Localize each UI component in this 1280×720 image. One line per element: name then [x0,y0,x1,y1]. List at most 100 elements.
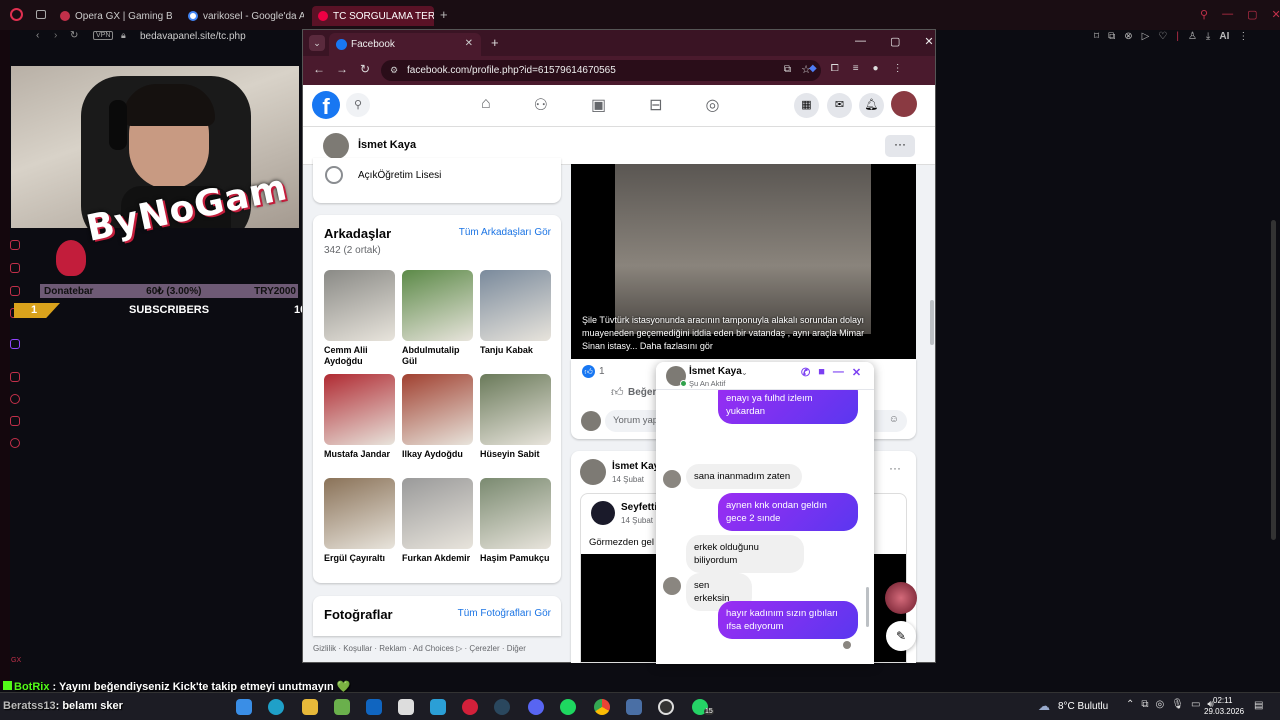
sidebar-store-icon[interactable] [10,286,20,296]
friend-photo[interactable] [402,270,473,341]
edge-icon[interactable] [268,699,284,715]
spotify-icon[interactable] [560,699,576,715]
close-icon[interactable]: ✕ [1271,8,1280,21]
friend-name[interactable]: Haşim Pamukçu [480,553,551,564]
message-bubble-received[interactable]: erkek olduğunu biliyordum [686,535,804,573]
obs-icon[interactable] [658,699,674,715]
profile-name[interactable]: İsmet Kaya [358,139,416,151]
friend-name[interactable]: Hüseyin Sabit [480,449,551,460]
chrome-reload-icon[interactable]: ↻ [360,62,370,76]
media-icon[interactable]: ≡ [853,63,859,74]
friend-name[interactable]: Ilkay Aydoğdu [402,449,473,460]
site-info-icon[interactable]: ⚙ [390,65,398,76]
friend-item[interactable]: Furkan Akdemir [402,478,473,564]
like-reaction-icon[interactable]: 👍︎ [582,365,595,378]
friend-photo[interactable] [480,270,551,341]
friend-item[interactable]: Ilkay Aydoğdu [402,374,473,460]
all-photos-link[interactable]: Tüm Fotoğrafları Gör [458,608,551,619]
profile-avatar[interactable] [323,133,349,159]
friend-item[interactable]: Ergül Çayıraltı [324,478,395,564]
forward-icon[interactable]: › [54,30,57,41]
screenshot-icon[interactable]: ⌑ [1094,31,1099,42]
chrome-back-icon[interactable]: ← [313,62,325,76]
chat-head-avatar[interactable] [885,582,917,614]
video-call-icon[interactable]: ■ [818,366,825,379]
sidebar-home-icon[interactable] [10,240,20,250]
new-message-button[interactable]: ✎ [886,621,916,651]
chrome-menu-icon[interactable]: ⋮ [893,63,903,74]
like-count[interactable]: 1 [599,366,605,377]
chrome-new-tab-icon[interactable]: + [491,35,499,50]
footer-links[interactable]: Gizlilik · Koşullar · Reklam · Ad Choice… [313,644,526,653]
tab-tc-sorgulama[interactable]: TC SORGULAMA TERMINA [312,6,434,26]
opera-url[interactable]: bedavapanel.site/tc.php [140,31,246,42]
chrome-profile-icon[interactable]: ● [873,63,879,74]
sidebar-history-icon[interactable] [10,394,20,404]
chrome-forward-icon[interactable]: → [336,62,348,76]
friend-item[interactable]: Tanju Kabak [480,270,551,356]
friend-item[interactable]: Cemm Alii Aydoğdu [324,270,395,367]
profile-more-button[interactable]: ··· [885,135,915,157]
minimize-icon[interactable]: — [1222,8,1233,21]
comment-sticker-icon[interactable]: ☺ [889,414,899,425]
tray-chevron-icon[interactable]: ⌃ [1126,699,1134,710]
explorer-icon[interactable] [302,699,318,715]
extension-blue-icon[interactable]: ◆ [809,63,817,74]
school-name[interactable]: AçıkÖğretim Lisesi [358,170,441,181]
friend-item[interactable]: Abdulmutalip Gül [402,270,473,367]
clock-date[interactable]: 29.03.2026 [1204,707,1244,716]
start-icon[interactable] [236,699,252,715]
weather-icon[interactable]: ☁ [1038,699,1050,713]
notepad-icon[interactable] [334,699,350,715]
friend-photo[interactable] [324,374,395,445]
opera-logo-icon[interactable] [10,8,23,21]
message-bubble-sent[interactable]: hayır kadınım sızın gıbıları ıfsa edıyor… [718,601,858,639]
account-avatar[interactable] [891,91,917,117]
notification-center-icon[interactable]: ▤ [1254,700,1263,711]
message-bubble-sent[interactable]: aynen knk ondan geldın gece 2 sınde [718,493,858,531]
tab-search-icon[interactable]: ⌄ [309,35,325,51]
like-button-label[interactable]: Beğen [628,387,659,398]
chat-scrollbar[interactable] [866,587,869,627]
post2-more-icon[interactable]: ··· [889,461,901,475]
post2-avatar[interactable] [580,459,606,485]
message-bubble-received[interactable]: sana inanmadım zaten [686,464,802,489]
chrome-maximize-icon[interactable]: ▢ [890,35,900,48]
friend-name[interactable]: Mustafa Jandar [324,449,395,460]
clock-time[interactable]: 02:11 [1213,696,1232,705]
friend-item[interactable]: Haşim Pamukçu [480,478,551,564]
puzzle-icon[interactable]: ⧠ [831,63,839,74]
app-icon[interactable] [626,699,642,715]
close-chat-icon[interactable]: ✕ [852,366,861,379]
friend-photo[interactable] [402,374,473,445]
back-icon[interactable]: ‹ [36,30,39,41]
extensions-icon[interactable]: ⧉ [1108,31,1115,42]
friend-name[interactable]: Tanju Kabak [480,345,551,356]
minimize-chat-icon[interactable]: — [833,366,844,379]
chrome-omnibox[interactable]: ⚙ facebook.com/profile.php?id=6157961467… [381,60,821,81]
reload-icon[interactable]: ↻ [70,30,78,41]
search-icon[interactable]: ⚲ [1200,8,1208,21]
ai-icon[interactable]: AI [1219,31,1229,42]
sidebar-settings-icon[interactable] [10,438,20,448]
sidebar-player-icon[interactable] [10,372,20,382]
groups-icon[interactable]: ◎ [706,95,720,115]
chat-name[interactable]: İsmet Kaya [689,366,742,377]
tray-circle-icon[interactable]: ◎ [1156,699,1165,710]
weather-text[interactable]: 8°C Bulutlu [1058,701,1108,712]
all-friends-link[interactable]: Tüm Arkadaşları Gör [459,227,551,238]
friend-photo[interactable] [402,478,473,549]
like-thumb-icon[interactable]: 👍︎ [611,385,624,400]
video-player[interactable]: Şile Tüvtürk istasyonunda aracının tampo… [571,164,916,359]
adblock-icon[interactable]: ⊗ [1124,31,1132,42]
chrome-minimize-icon[interactable]: — [855,35,866,48]
tab-opera-gx[interactable]: Opera GX | Gaming Browse [60,6,172,26]
friends-icon[interactable]: ⚇ [534,95,548,115]
heart-icon[interactable]: ♡ [1158,31,1167,42]
friend-name[interactable]: Furkan Akdemir [402,553,473,564]
friend-name[interactable]: Abdulmutalip Gül [402,345,473,367]
download-icon[interactable]: ⤓ [1206,31,1210,42]
chrome-close-icon[interactable]: ✕ [924,35,933,48]
vpn-badge[interactable]: VPN [93,31,114,40]
call-icon[interactable]: ✆ [801,366,810,379]
